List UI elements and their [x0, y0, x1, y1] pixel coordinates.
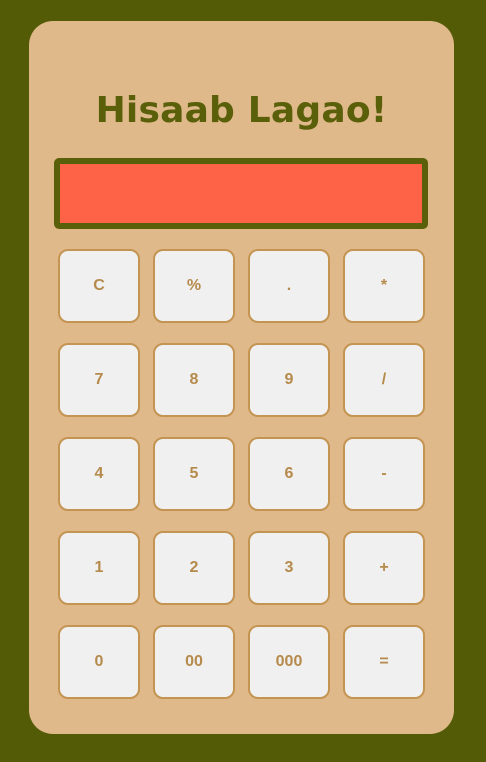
digit-3-button[interactable]: 3 [248, 531, 330, 605]
app-title: Hisaab Lagao! [95, 90, 388, 131]
calculator-card: Hisaab Lagao! C % . * 7 8 9 / 4 5 6 - 1 … [29, 21, 454, 734]
calculator-display[interactable] [54, 158, 428, 229]
digit-4-button[interactable]: 4 [58, 437, 140, 511]
keypad: C % . * 7 8 9 / 4 5 6 - 1 2 3 + 0 00 000… [58, 249, 426, 699]
digit-5-button[interactable]: 5 [153, 437, 235, 511]
digit-1-button[interactable]: 1 [58, 531, 140, 605]
digit-0-button[interactable]: 0 [58, 625, 140, 699]
double-zero-button[interactable]: 00 [153, 625, 235, 699]
add-button[interactable]: + [343, 531, 425, 605]
multiply-button[interactable]: * [343, 249, 425, 323]
decimal-button[interactable]: . [248, 249, 330, 323]
triple-zero-button[interactable]: 000 [248, 625, 330, 699]
digit-8-button[interactable]: 8 [153, 343, 235, 417]
subtract-button[interactable]: - [343, 437, 425, 511]
digit-6-button[interactable]: 6 [248, 437, 330, 511]
digit-2-button[interactable]: 2 [153, 531, 235, 605]
digit-7-button[interactable]: 7 [58, 343, 140, 417]
equals-button[interactable]: = [343, 625, 425, 699]
percent-button[interactable]: % [153, 249, 235, 323]
clear-button[interactable]: C [58, 249, 140, 323]
divide-button[interactable]: / [343, 343, 425, 417]
digit-9-button[interactable]: 9 [248, 343, 330, 417]
